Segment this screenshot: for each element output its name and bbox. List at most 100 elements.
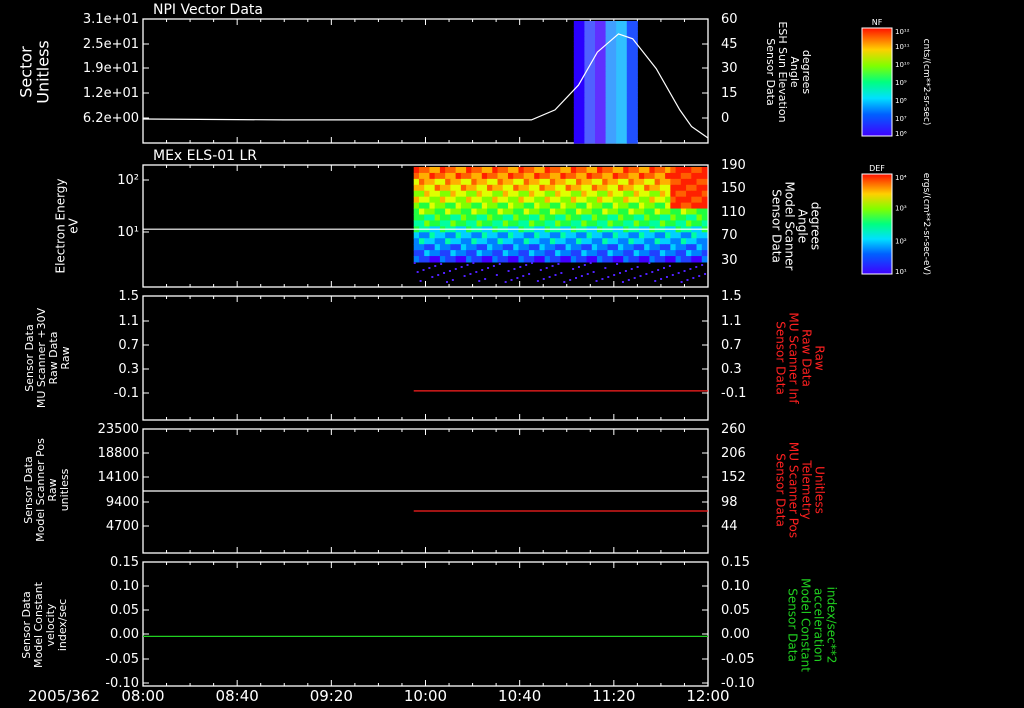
right-axis-label: Sensor Data Model Scanner Angle degrees [770,182,823,271]
spectrogram-cell [476,250,483,257]
spectrogram-cell [686,244,692,251]
spectrogram-cell [502,214,509,221]
spectrogram-cell [450,238,457,245]
spectrogram-cell [623,208,629,215]
spectrogram-cell [612,196,619,204]
spectrogram-cell [513,256,519,263]
spectrogram-cell [591,214,598,221]
spectrogram-speck [657,269,660,271]
right-y-tick-label: 1.5 [721,289,742,304]
spectrogram-cell [549,232,556,239]
spectrogram-cell [434,184,441,192]
spectrogram-cell [413,256,420,263]
spectrogram-cell [638,256,645,263]
right-axis-label: Sensor Data ESH Sun Elevation Angle degrees [764,21,813,122]
spectrogram-cell [649,250,656,257]
spectrogram-cell [638,244,645,251]
spectrogram-cell [696,184,703,192]
heatmap-cell [595,71,607,78]
spectrogram-cell [424,214,430,221]
spectrogram-cell [628,232,635,239]
right-axis-label-line: ESH Sun Elevation [776,21,789,122]
spectrogram-cell [586,190,593,198]
spectrogram-cell [460,190,467,198]
heatmap-cell [573,102,585,108]
colorbar-label: 10³ [895,204,907,212]
spectrogram-cell [513,238,519,245]
spectrogram-cell [502,190,509,198]
heatmap-cell [605,102,617,108]
spectrogram-cell [591,190,598,198]
spectrogram-cell [492,250,499,257]
spectrogram-cell [439,238,446,245]
spectrogram-cell [487,167,493,174]
spectrogram-cell [523,250,530,257]
heatmap-cell [584,87,596,93]
spectrogram-cell [460,172,467,180]
spectrogram-cell [424,178,430,186]
y-axis-label: Sensor Data Model Constant velocity index/s… [20,581,69,668]
spectrogram-cell [701,208,708,215]
spectrogram-cell [471,208,478,215]
heatmap-cell [595,82,607,88]
spectrogram-cell [597,244,603,251]
spectrogram-cell [628,184,635,192]
spectrogram-cell [586,256,593,263]
spectrogram-cell [439,172,446,180]
spectrogram-cell [649,208,656,215]
spectrogram-cell [675,184,682,192]
spectrogram-cell [623,196,629,204]
spectrogram-cell [691,256,698,263]
spectrogram-cell [659,184,666,192]
right-y-tick-label: 260 [721,422,746,437]
spectrogram-cell [424,167,430,174]
spectrogram-cell [560,196,567,204]
spectrogram-cell [565,202,572,210]
heatmap-cell [616,97,628,103]
spectrogram-cell [675,238,682,245]
spectrogram-cell [439,220,446,227]
spectrogram-cell [549,250,556,257]
spectrogram-cell [617,190,624,198]
heatmap-cell [616,36,628,42]
spectrogram-cell [628,250,635,257]
spectrogram-cell [675,244,682,251]
spectrogram-cell [623,244,629,251]
spectrogram-cell [492,220,499,227]
spectrogram-cell [418,167,425,174]
spectrogram-cell [439,208,446,215]
spectrogram-cell [586,244,593,251]
heatmap-cell [616,127,628,134]
spectrogram-cell [638,220,645,227]
spectrogram-speck [478,280,481,282]
spectrogram-cell [581,178,588,186]
spectrogram-cell [591,172,598,180]
heatmap-cell [616,66,628,73]
spectrogram-cell [570,220,577,227]
spectrogram-cell [617,196,624,204]
spectrogram-cell [492,208,499,215]
spectrogram-cell [560,220,567,227]
heatmap-cell [595,31,607,37]
spectrogram-cell [528,208,535,215]
spectrogram-cell [492,172,499,180]
spectrogram-cell [591,238,598,245]
spectrogram-cell [523,232,530,239]
spectrogram-cell [623,250,629,257]
spectrogram-cell [696,190,703,198]
spectrogram-cell [597,232,603,239]
spectrogram-speck [671,274,674,276]
spectrogram-cell [481,196,488,204]
spectrogram-speck [704,273,707,275]
heatmap-cell [595,87,607,93]
spectrogram-cell [607,167,614,174]
spectrogram-cell [507,178,514,186]
heatmap-cell [605,132,617,139]
spectrogram-cell [466,172,472,180]
spectrogram-cell [654,220,661,227]
spectrogram-cell [413,220,420,227]
heatmap-cell [584,112,596,119]
spectrogram-cell [701,190,708,198]
spectrogram-cell [413,167,420,174]
spectrogram-cell [607,220,614,227]
